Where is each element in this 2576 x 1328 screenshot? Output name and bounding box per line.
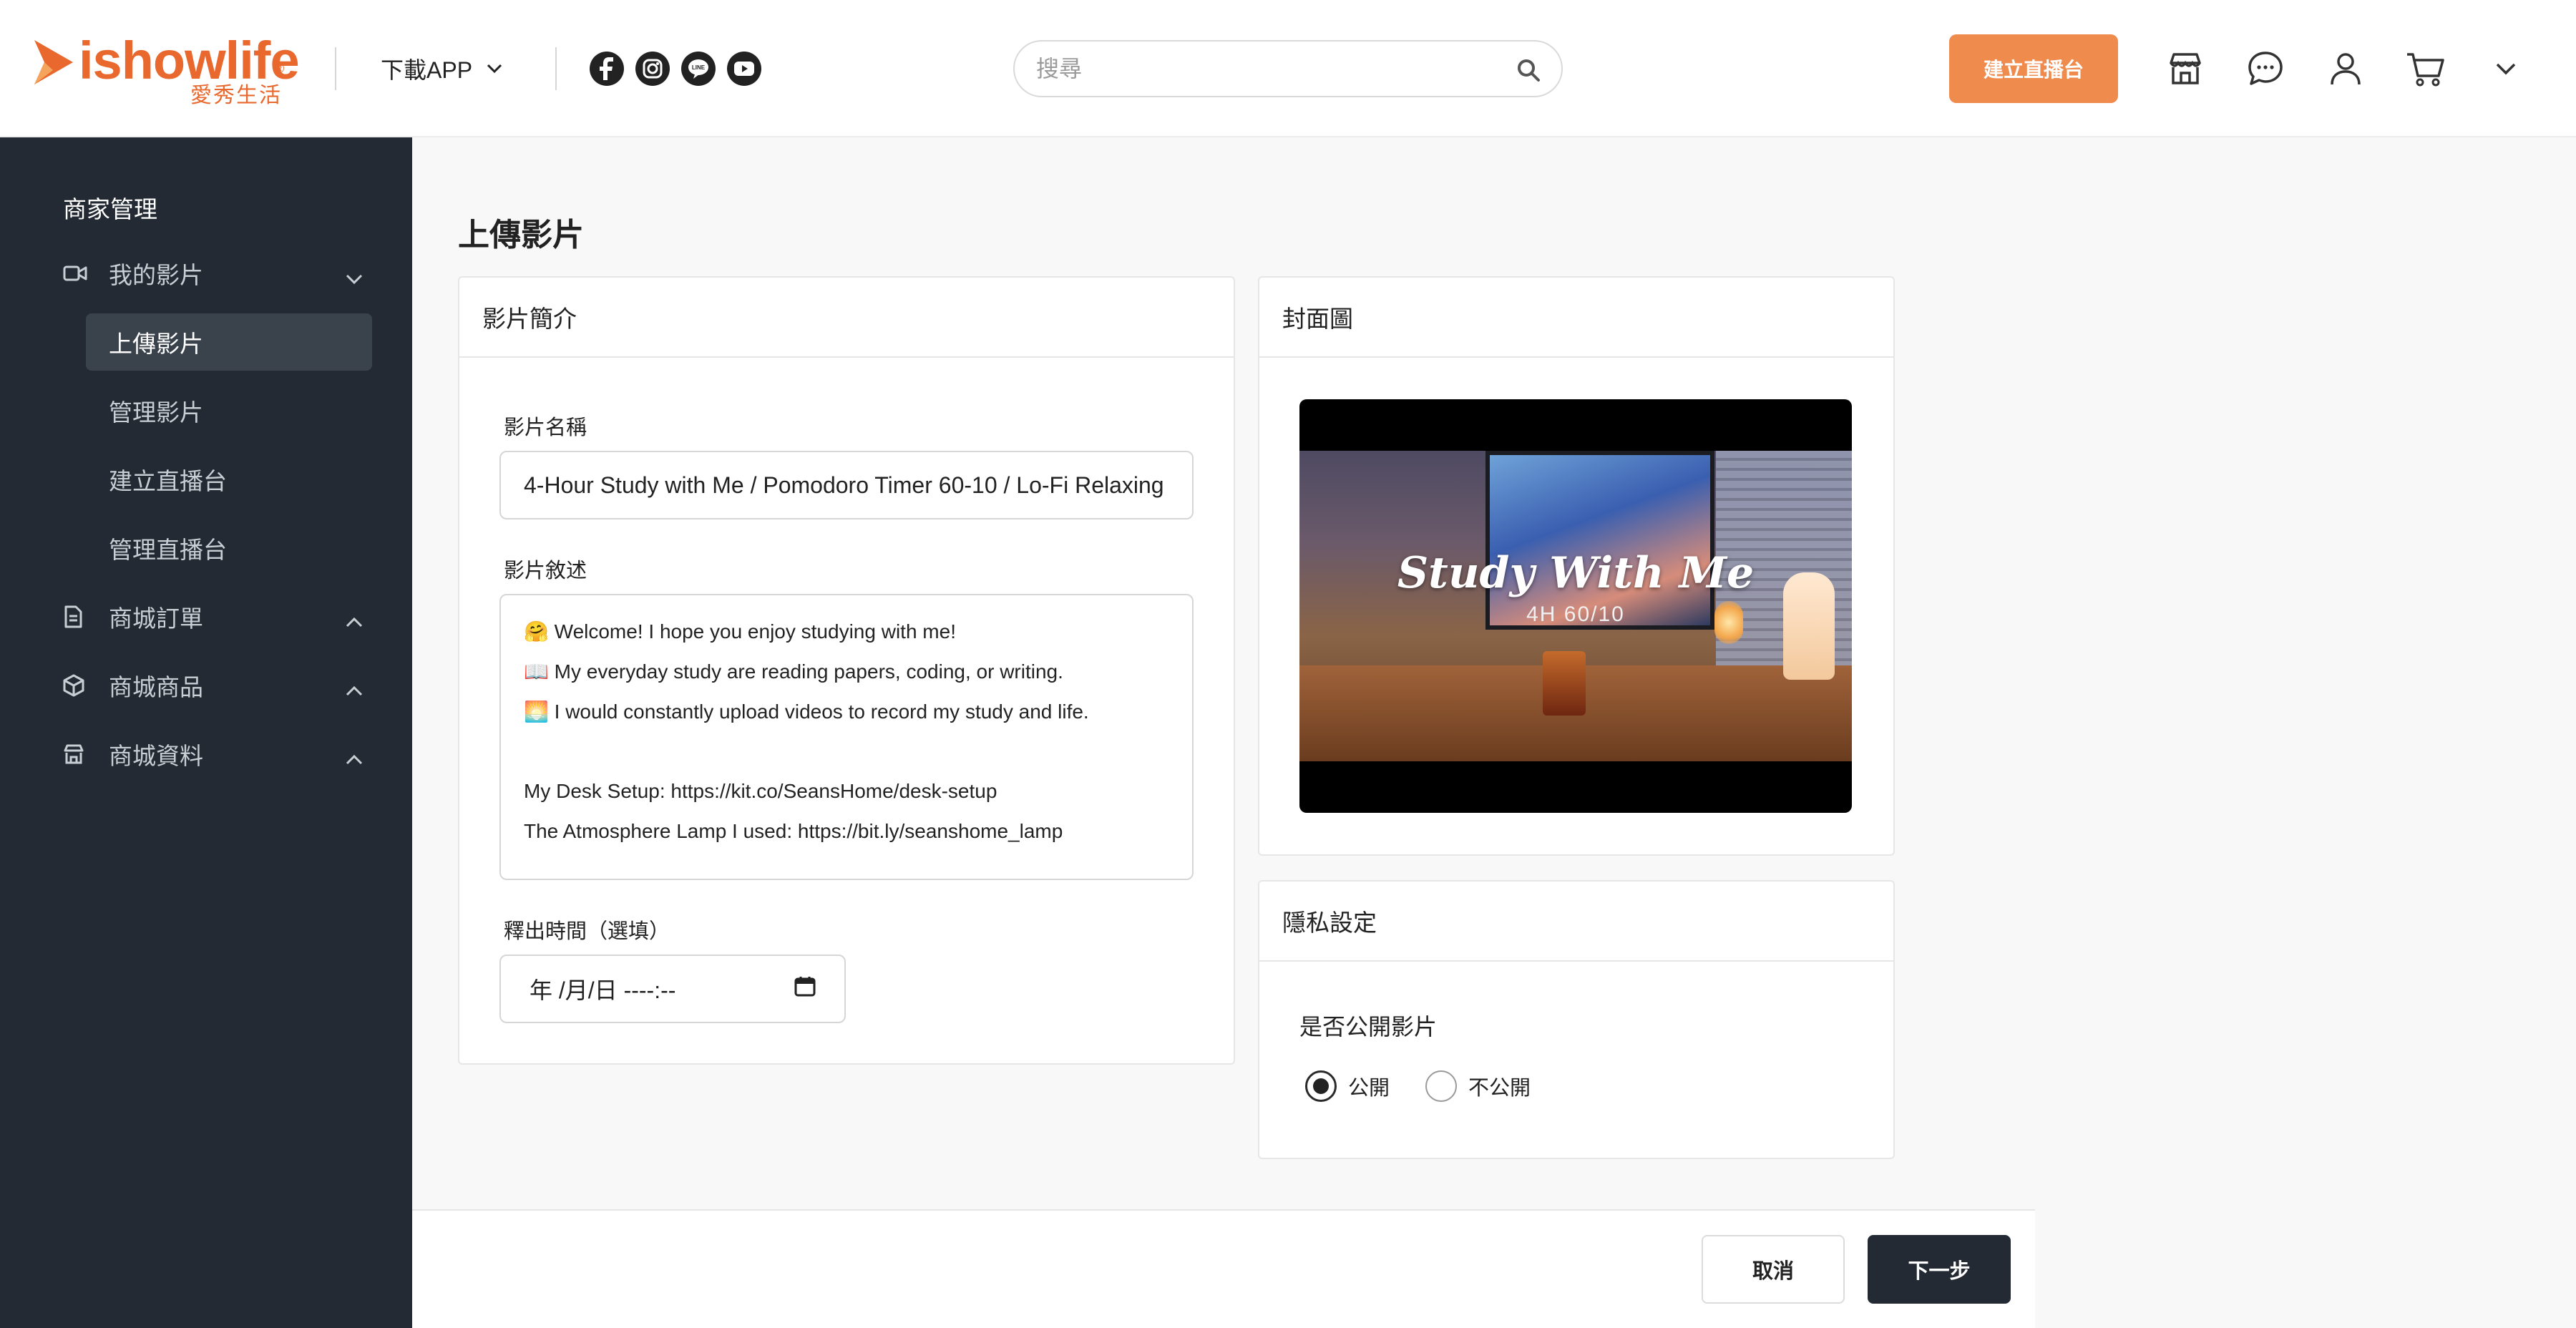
search-input[interactable]	[1036, 50, 1494, 87]
logo-play-icon	[34, 40, 73, 84]
sidebar-group-label: 商城資料	[109, 743, 203, 769]
merchant-sidebar: 商家管理 我的影片 上傳影片 管理影片 建立直播台 管理直播台 商城訂單 商城商…	[0, 137, 412, 1328]
video-name-input[interactable]: 4-Hour Study with Me / Pomodoro Timer 60…	[499, 451, 1194, 519]
cover-title-text: Study With Me	[1397, 548, 1755, 598]
logo-registered-mark: ®	[275, 62, 285, 76]
download-app-menu[interactable]: 下載APP	[381, 52, 502, 86]
video-name-label: 影片名稱	[504, 416, 587, 439]
sidebar-item-label: 上傳影片	[109, 331, 203, 357]
next-step-button[interactable]: 下一步	[1868, 1235, 2011, 1304]
sidebar-title: 商家管理	[63, 196, 157, 223]
video-description-textarea[interactable]: 🤗 Welcome! I hope you enjoy studying wit…	[499, 594, 1194, 880]
form-footer-bar: 取消 下一步	[412, 1209, 2035, 1328]
sidebar-group-products[interactable]: 商城商品	[63, 657, 364, 714]
chevron-up-icon	[345, 675, 364, 703]
cart-icon[interactable]	[2403, 46, 2449, 92]
release-time-input[interactable]: 年 /月/日 ----:--	[499, 954, 846, 1023]
youtube-icon[interactable]	[727, 52, 761, 86]
svg-text:LINE: LINE	[692, 64, 706, 71]
social-links: LINE	[590, 52, 761, 86]
description-line: The Atmosphere Lamp I used: https://bit.…	[524, 820, 1063, 842]
sidebar-group-store-info[interactable]: 商城資料	[63, 726, 364, 783]
create-live-button[interactable]: 建立直播台	[1949, 34, 2118, 103]
sidebar-group-my-videos[interactable]: 我的影片	[63, 245, 364, 302]
description-line: 🤗 Welcome! I hope you enjoy studying wit…	[524, 620, 956, 643]
radio-button-checked[interactable]	[1305, 1070, 1337, 1102]
sidebar-group-label: 我的影片	[109, 262, 203, 288]
chevron-down-icon	[345, 263, 364, 290]
video-intro-card: 影片簡介 影片名稱 4-Hour Study with Me / Pomodor…	[458, 276, 1235, 1065]
chevron-down-icon[interactable]	[2483, 46, 2529, 92]
intro-card-heading: 影片簡介	[459, 278, 1234, 358]
video-description-label: 影片敘述	[504, 560, 587, 582]
box-icon	[63, 674, 92, 697]
ishowlife-logo[interactable]: ishowlife ® 愛秀生活	[31, 31, 300, 107]
store-icon[interactable]	[2162, 46, 2208, 92]
chevron-up-icon	[345, 607, 364, 634]
sidebar-group-label: 商城商品	[109, 674, 203, 700]
radio-label: 公開	[1348, 1077, 1390, 1100]
sidebar-item-label: 建立直播台	[109, 468, 227, 494]
search-icon[interactable]	[1516, 57, 1541, 87]
sidebar-group-label: 商城訂單	[109, 605, 203, 632]
sidebar-item-label: 管理直播台	[109, 537, 227, 563]
radio-label: 不公開	[1468, 1077, 1531, 1100]
cover-card-heading: 封面圖	[1259, 278, 1893, 358]
cover-thumbnail[interactable]: Study With Me 4H 60/10	[1299, 399, 1852, 813]
public-question-label: 是否公開影片	[1299, 1014, 1438, 1040]
description-line: 🌅 I would constantly upload videos to re…	[524, 700, 1089, 723]
sidebar-item-manage-videos[interactable]: 管理影片	[86, 382, 372, 439]
radio-option-public[interactable]: 公開	[1305, 1070, 1390, 1102]
document-icon	[63, 605, 92, 628]
logo-chinese-name: 愛秀生活	[190, 84, 282, 107]
cover-scene-image: Study With Me 4H 60/10	[1299, 451, 1852, 761]
header-divider	[335, 47, 336, 90]
sidebar-item-manage-live[interactable]: 管理直播台	[86, 519, 372, 577]
instagram-icon[interactable]	[635, 52, 670, 86]
cover-image-card: 封面圖 Study With Me 4H 60/10	[1258, 276, 1895, 856]
sidebar-item-upload-video[interactable]: 上傳影片	[86, 313, 372, 371]
cover-subtitle-text: 4H 60/10	[1526, 602, 1625, 626]
sidebar-item-create-live[interactable]: 建立直播台	[86, 451, 372, 508]
top-header: ishowlife ® 愛秀生活 下載APP LINE 建立直播台	[0, 0, 2576, 137]
facebook-icon[interactable]	[590, 52, 624, 86]
search-bar	[1013, 40, 1563, 97]
description-line: 📖 My everyday study are reading papers, …	[524, 660, 1063, 683]
video-name-value: 4-Hour Study with Me / Pomodoro Timer 60…	[524, 472, 1164, 498]
page-title: 上傳影片	[458, 218, 584, 253]
release-time-label: 釋出時間（選填）	[504, 920, 670, 943]
sidebar-item-label: 管理影片	[109, 399, 203, 426]
user-icon[interactable]	[2323, 46, 2368, 92]
release-time-placeholder: 年 /月/日 ----:--	[530, 977, 676, 1003]
privacy-settings-card: 隱私設定 是否公開影片 公開 不公開	[1258, 880, 1895, 1159]
radio-option-private[interactable]: 不公開	[1425, 1070, 1531, 1102]
calendar-icon[interactable]	[794, 975, 816, 1002]
line-icon[interactable]: LINE	[681, 52, 716, 86]
privacy-card-heading: 隱私設定	[1259, 882, 1893, 962]
video-icon	[63, 265, 92, 282]
chat-icon[interactable]	[2243, 46, 2288, 92]
cancel-button[interactable]: 取消	[1702, 1235, 1845, 1304]
sidebar-group-orders[interactable]: 商城訂單	[63, 588, 364, 645]
description-line: My Desk Setup: https://kit.co/SeansHome/…	[524, 780, 997, 802]
shop-icon	[63, 743, 92, 765]
radio-button[interactable]	[1425, 1070, 1457, 1102]
header-divider	[555, 47, 557, 90]
download-app-label: 下載APP	[381, 57, 473, 83]
chevron-down-icon	[487, 64, 502, 74]
glass-shape	[1543, 651, 1586, 716]
description-line	[524, 731, 1169, 771]
chevron-up-icon	[345, 744, 364, 771]
